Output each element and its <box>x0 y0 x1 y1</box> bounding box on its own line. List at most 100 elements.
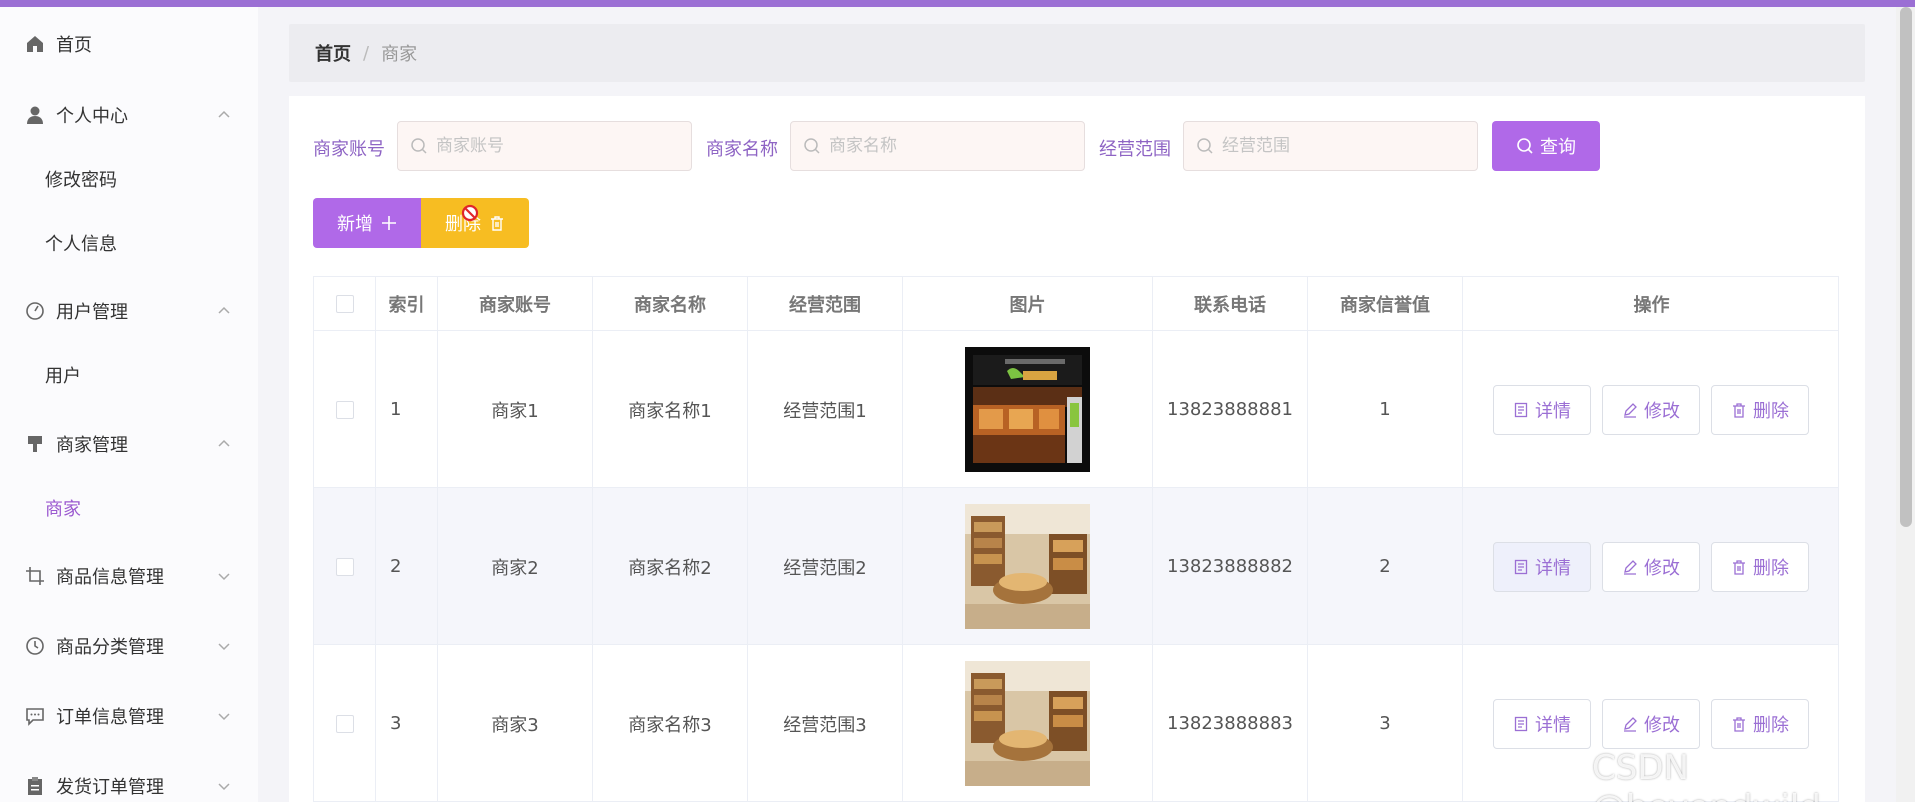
sidebar-item-label: 修改密码 <box>45 170 117 191</box>
table-row: 1 商家1 商家名称1 经营范围1 13823888881 1 详情 修改 删除 <box>314 331 1838 488</box>
scrollbar-thumb[interactable] <box>1900 7 1912 527</box>
breadcrumb-home[interactable]: 首页 <box>315 40 351 66</box>
delete-button-label: 删除 <box>1753 558 1789 579</box>
edit-button-label: 修改 <box>1644 401 1680 422</box>
search-icon <box>1517 138 1533 154</box>
merchant-store-image[interactable] <box>965 504 1090 629</box>
trash-icon <box>491 216 503 231</box>
delete-button[interactable]: 删除 <box>1711 542 1809 592</box>
phone-cell: 13823888881 <box>1153 331 1308 488</box>
sidebar-item-shipping-order-management[interactable]: 发货订单管理 <box>0 761 258 802</box>
detail-button[interactable]: 详情 <box>1493 699 1591 749</box>
merchant-account-label: 商家账号 <box>313 139 385 160</box>
delete-button-label: 删除 <box>1753 715 1789 736</box>
select-all-header <box>314 277 376 331</box>
search-icon <box>803 137 821 155</box>
index-cell: 1 <box>376 331 438 488</box>
document-icon <box>1514 559 1528 575</box>
clipboard-icon <box>24 775 46 797</box>
index-cell: 3 <box>376 645 438 801</box>
edit-button[interactable]: 修改 <box>1602 699 1700 749</box>
column-header: 图片 <box>903 277 1153 331</box>
sidebar-item-label: 商家 <box>45 499 81 520</box>
sidebar-item-change-password[interactable]: 修改密码 <box>0 154 258 204</box>
name-cell: 商家名称1 <box>593 331 748 488</box>
row-checkbox[interactable] <box>335 557 354 576</box>
plus-icon <box>382 216 396 230</box>
credit-cell: 1 <box>1308 331 1463 488</box>
detail-button[interactable]: 详情 <box>1493 542 1591 592</box>
detail-button[interactable]: 详情 <box>1493 385 1591 435</box>
chevron-down-icon <box>216 708 232 724</box>
row-checkbox[interactable] <box>335 400 354 419</box>
merchant-store-image[interactable] <box>965 347 1090 472</box>
row-select-cell <box>314 645 376 801</box>
table-header: 索引 商家账号 商家名称 经营范围 图片 联系电话 商家信誉值 操作 <box>314 277 1838 331</box>
edit-button-label: 修改 <box>1644 715 1680 736</box>
actions-cell: 详情 修改 删除 <box>1463 488 1838 645</box>
query-button-label: 查询 <box>1540 137 1576 158</box>
sidebar-item-label: 个人信息 <box>45 234 117 255</box>
sidebar-item-users[interactable]: 用户 <box>0 350 258 400</box>
pencil-icon <box>1624 403 1637 418</box>
add-button-label: 新增 <box>337 214 373 235</box>
index-cell: 2 <box>376 488 438 645</box>
column-header: 索引 <box>376 277 438 331</box>
sidebar-item-label: 个人中心 <box>56 106 128 127</box>
sidebar-item-personal-center[interactable]: 个人中心 <box>0 90 258 140</box>
edit-button[interactable]: 修改 <box>1602 385 1700 435</box>
column-header: 操作 <box>1633 295 1670 316</box>
row-checkbox[interactable] <box>335 714 354 733</box>
sidebar-item-order-info-management[interactable]: 订单信息管理 <box>0 691 258 741</box>
row-select-cell <box>314 331 376 488</box>
pencil-icon <box>1624 560 1637 575</box>
sidebar-item-product-info-management[interactable]: 商品信息管理 <box>0 551 258 601</box>
chevron-up-icon <box>216 303 232 319</box>
sidebar-item-home[interactable]: 首页 <box>0 19 258 69</box>
sidebar-item-merchant-management[interactable]: 商家管理 <box>0 419 258 469</box>
account-cell: 商家3 <box>438 645 593 801</box>
search-icon <box>410 137 428 155</box>
trash-icon <box>1733 403 1745 418</box>
edit-button-label: 修改 <box>1644 558 1680 579</box>
sidebar-item-personal-info[interactable]: 个人信息 <box>0 218 258 268</box>
account-cell: 商家1 <box>438 331 593 488</box>
chevron-down-icon <box>216 778 232 794</box>
sidebar-item-product-category-management[interactable]: 商品分类管理 <box>0 621 258 671</box>
merchant-account-field[interactable] <box>397 121 692 171</box>
sidebar-item-user-management[interactable]: 用户管理 <box>0 286 258 336</box>
home-icon <box>24 33 46 55</box>
trash-icon <box>1733 560 1745 575</box>
edit-button[interactable]: 修改 <box>1602 542 1700 592</box>
add-button[interactable]: 新增 <box>313 198 421 248</box>
sidebar-item-label: 用户管理 <box>56 302 128 323</box>
gauge-icon <box>24 300 46 322</box>
delete-button[interactable]: 删除 <box>1711 385 1809 435</box>
delete-button[interactable]: 删除 <box>1711 699 1809 749</box>
clock-icon <box>24 635 46 657</box>
credit-cell: 2 <box>1308 488 1463 645</box>
paint-brush-icon <box>24 433 46 455</box>
sidebar-item-merchants[interactable]: 商家 <box>0 483 258 533</box>
watermark: CSDN @beyondwild <box>1592 748 1821 802</box>
detail-button-label: 详情 <box>1535 558 1571 579</box>
chat-icon <box>24 705 46 727</box>
chevron-down-icon <box>216 638 232 654</box>
sidebar-item-label: 用户 <box>45 366 81 387</box>
column-header: 联系电话 <box>1153 277 1308 331</box>
select-all-checkbox[interactable] <box>335 295 354 313</box>
scope-cell: 经营范围3 <box>748 645 903 801</box>
merchant-name-field[interactable] <box>790 121 1085 171</box>
detail-button-label: 详情 <box>1535 715 1571 736</box>
business-scope-field[interactable] <box>1183 121 1478 171</box>
column-header: 商家名称 <box>593 277 748 331</box>
user-icon <box>24 104 46 126</box>
merchant-store-image[interactable] <box>965 661 1090 786</box>
top-accent-bar <box>0 0 1915 7</box>
merchant-name-input[interactable] <box>829 136 1069 156</box>
sidebar-item-label: 首页 <box>56 35 92 56</box>
business-scope-input[interactable] <box>1222 136 1462 156</box>
sidebar-item-label: 商品信息管理 <box>56 567 164 588</box>
merchant-account-input[interactable] <box>436 136 676 156</box>
query-button[interactable]: 查询 <box>1492 121 1600 171</box>
